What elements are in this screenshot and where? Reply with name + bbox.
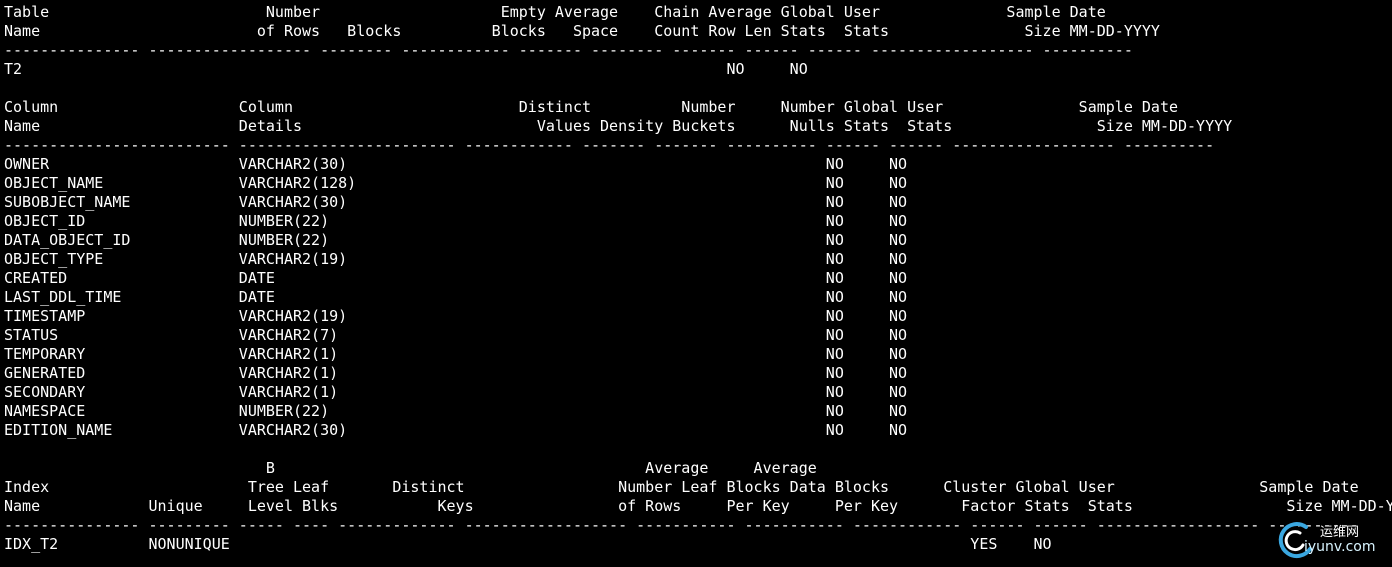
terminal-line: Name Details Values Density Buckets Null… (4, 117, 1233, 135)
terminal-line: B Average Average (4, 459, 817, 477)
terminal-line: Name Unique Level Blks Keys of Rows Per … (4, 497, 1392, 515)
terminal-line: DATA_OBJECT_ID NUMBER(22) NO NO (4, 231, 908, 249)
terminal-line: --------------- ------------------ -----… (4, 41, 1133, 59)
terminal-line: NAMESPACE NUMBER(22) NO NO (4, 402, 908, 420)
terminal-line: GENERATED VARCHAR2(1) NO NO (4, 364, 908, 382)
terminal-line: LAST_DDL_TIME DATE NO NO (4, 288, 908, 306)
terminal-line: Table Number Empty Average Chain Average… (4, 3, 1106, 21)
terminal-line: SUBOBJECT_NAME VARCHAR2(30) NO NO (4, 193, 908, 211)
terminal-line: STATUS VARCHAR2(7) NO NO (4, 326, 908, 344)
terminal-line: EDITION_NAME VARCHAR2(30) NO NO (4, 421, 908, 439)
terminal-line: ------------------------- --------------… (4, 136, 1215, 154)
terminal-line: CREATED DATE NO NO (4, 269, 908, 287)
terminal-line: OBJECT_ID NUMBER(22) NO NO (4, 212, 908, 230)
terminal-line: OWNER VARCHAR2(30) NO NO (4, 155, 908, 173)
terminal-line: OBJECT_NAME VARCHAR2(128) NO NO (4, 174, 908, 192)
watermark-domain-text: iyunv.com (1304, 539, 1376, 555)
terminal-line: OBJECT_TYPE VARCHAR2(19) NO NO (4, 250, 908, 268)
terminal-line: Column Column Distinct Number Number Glo… (4, 98, 1178, 116)
terminal-line: T2 NO NO (4, 60, 808, 78)
terminal-line: SECONDARY VARCHAR2(1) NO NO (4, 383, 908, 401)
terminal-output: Table Number Empty Average Chain Average… (4, 3, 1392, 554)
terminal-line: TEMPORARY VARCHAR2(1) NO NO (4, 345, 908, 363)
watermark-chinese-text: 运维网 (1320, 525, 1360, 540)
terminal-line: IDX_T2 NONUNIQUE YES NO (4, 535, 1052, 553)
terminal-line: Index Tree Leaf Distinct Number Leaf Blo… (4, 478, 1359, 496)
terminal-line: --------------- --------- ----- ---- ---… (4, 516, 1359, 534)
terminal-line: Name of Rows Blocks Blocks Space Count R… (4, 22, 1160, 40)
site-watermark: 运维网 iyunv.com (1276, 519, 1386, 563)
terminal-line: TIMESTAMP VARCHAR2(19) NO NO (4, 307, 908, 325)
